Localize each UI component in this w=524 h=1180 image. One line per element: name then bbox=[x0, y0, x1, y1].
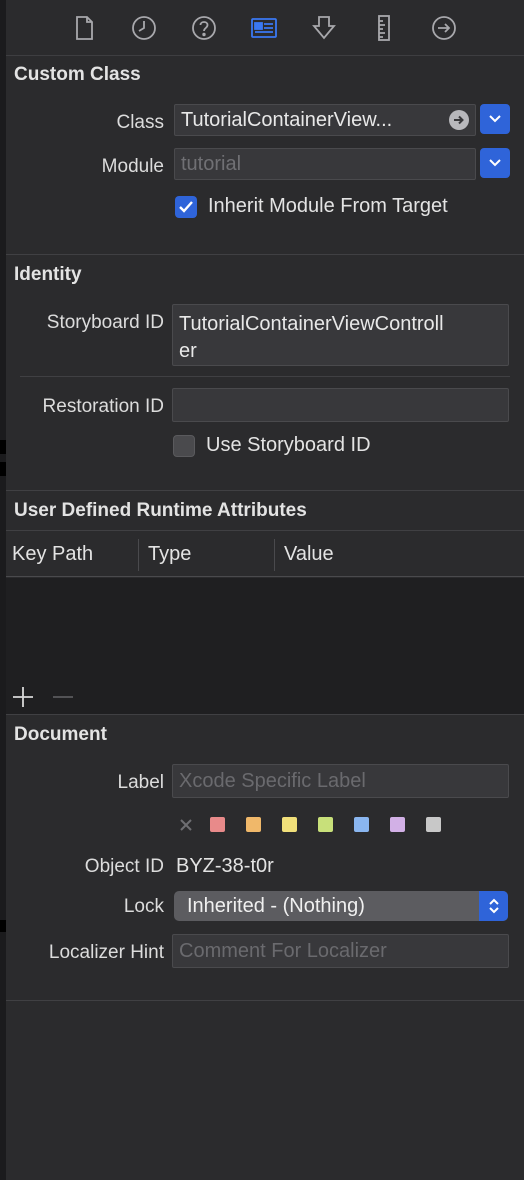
runtime-attributes-table-header: Key Path Type Value bbox=[6, 530, 524, 577]
identity-inspector-panel: Custom Class Class TutorialContainerView… bbox=[6, 0, 524, 1180]
restoration-id-label: Restoration ID bbox=[42, 396, 164, 417]
class-field[interactable]: TutorialContainerView... bbox=[174, 104, 476, 136]
document-section-title: Document bbox=[14, 724, 107, 745]
lock-label: Lock bbox=[123, 896, 164, 917]
checkmark-icon bbox=[179, 201, 193, 213]
column-separator bbox=[138, 539, 139, 571]
file-inspector-icon[interactable] bbox=[68, 12, 100, 44]
label-field[interactable]: Xcode Specific Label bbox=[172, 764, 509, 798]
label-label: Label bbox=[117, 772, 165, 793]
class-value: TutorialContainerView... bbox=[181, 108, 393, 131]
divider bbox=[6, 490, 524, 491]
color-swatch[interactable] bbox=[426, 817, 441, 832]
minus-icon bbox=[53, 696, 73, 698]
storyboard-id-field[interactable]: TutorialContainerViewControll er bbox=[172, 304, 509, 366]
inherit-module-label: Inherit Module From Target bbox=[208, 195, 448, 217]
color-swatch[interactable] bbox=[282, 817, 297, 832]
quick-help-icon[interactable] bbox=[188, 12, 220, 44]
color-swatch[interactable] bbox=[246, 817, 261, 832]
divider bbox=[6, 1000, 524, 1001]
go-to-class-icon[interactable] bbox=[449, 110, 469, 130]
color-swatch[interactable] bbox=[390, 817, 405, 832]
column-header-type[interactable]: Type bbox=[148, 531, 191, 577]
add-attribute-button[interactable] bbox=[12, 686, 34, 708]
color-swatch[interactable] bbox=[354, 817, 369, 832]
divider bbox=[6, 254, 524, 255]
column-separator bbox=[274, 539, 275, 571]
plus-icon bbox=[13, 687, 33, 707]
connections-inspector-icon[interactable] bbox=[428, 12, 460, 44]
attributes-inspector-icon[interactable] bbox=[308, 12, 340, 44]
identity-inspector-icon[interactable] bbox=[248, 12, 280, 44]
identity-section-title: Identity bbox=[14, 264, 82, 285]
runtime-attributes-section-title: User Defined Runtime Attributes bbox=[14, 500, 307, 521]
object-id-value: BYZ-38-t0r bbox=[176, 855, 274, 877]
localizer-hint-label: Localizer Hint bbox=[48, 942, 164, 963]
divider bbox=[20, 376, 510, 377]
module-field[interactable]: tutorial bbox=[174, 148, 476, 180]
use-storyboard-id-label: Use Storyboard ID bbox=[206, 434, 371, 456]
module-dropdown-button[interactable] bbox=[480, 148, 510, 178]
column-header-value[interactable]: Value bbox=[284, 531, 334, 577]
storyboard-id-label: Storyboard ID bbox=[46, 312, 164, 333]
module-placeholder: tutorial bbox=[181, 152, 242, 175]
restoration-id-field[interactable] bbox=[172, 388, 509, 422]
color-swatch[interactable] bbox=[318, 817, 333, 832]
lock-value: Inherited - (Nothing) bbox=[187, 894, 365, 917]
lock-popup-button[interactable]: Inherited - (Nothing) bbox=[174, 891, 508, 921]
divider bbox=[6, 714, 524, 715]
class-dropdown-button[interactable] bbox=[480, 104, 510, 134]
storyboard-id-line: TutorialContainerViewControll bbox=[179, 313, 444, 335]
custom-class-section-title: Custom Class bbox=[14, 64, 141, 85]
history-inspector-icon[interactable] bbox=[128, 12, 160, 44]
remove-attribute-button[interactable] bbox=[52, 686, 74, 708]
label-placeholder: Xcode Specific Label bbox=[179, 769, 366, 792]
chevron-down-icon bbox=[489, 159, 501, 167]
localizer-hint-field[interactable]: Comment For Localizer bbox=[172, 934, 509, 968]
use-storyboard-id-checkbox[interactable] bbox=[173, 435, 195, 457]
column-header-key-path[interactable]: Key Path bbox=[12, 531, 93, 577]
storyboard-id-line: er bbox=[179, 340, 197, 362]
object-id-label: Object ID bbox=[84, 856, 164, 877]
inspector-toolbar bbox=[6, 0, 524, 56]
popup-arrows-icon bbox=[479, 891, 508, 921]
clear-color-icon[interactable] bbox=[178, 817, 194, 833]
runtime-attributes-table-body[interactable] bbox=[6, 578, 524, 714]
chevron-down-icon bbox=[489, 115, 501, 123]
localizer-hint-placeholder: Comment For Localizer bbox=[179, 939, 387, 962]
color-swatch[interactable] bbox=[210, 817, 225, 832]
module-label: Module bbox=[101, 156, 164, 177]
class-label: Class bbox=[116, 112, 164, 133]
size-inspector-icon[interactable] bbox=[368, 12, 400, 44]
inherit-module-checkbox[interactable] bbox=[175, 196, 197, 218]
